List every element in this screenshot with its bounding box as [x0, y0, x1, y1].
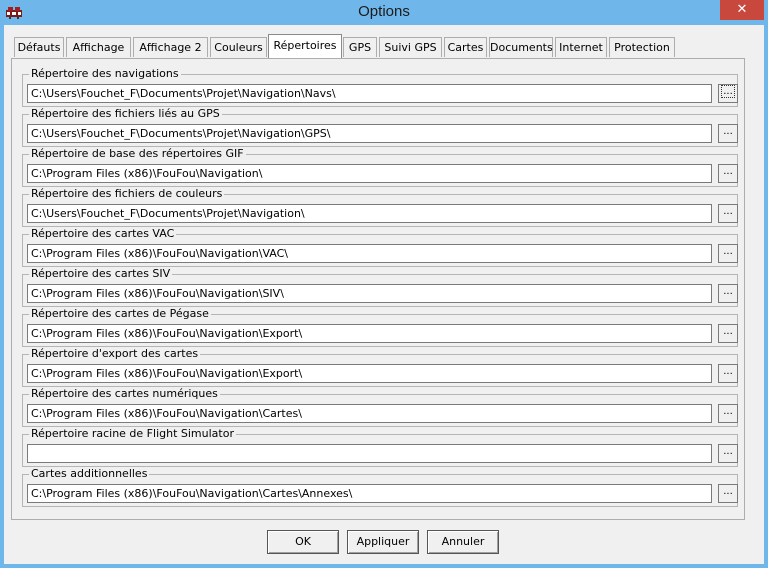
title-bar: Options ✕: [0, 0, 768, 25]
browse-button-siv[interactable]: ...: [718, 284, 738, 303]
path-field-gps[interactable]: C:\Users\Fouchet_F\Documents\Projet\Navi…: [27, 124, 712, 143]
group-cartes-numeriques: Répertoire des cartes numériques C:\Prog…: [22, 387, 738, 427]
group-export: Répertoire d'export des cartes C:\Progra…: [22, 347, 738, 387]
cancel-button[interactable]: Annuler: [427, 530, 499, 554]
group-couleurs: Répertoire des fichiers de couleurs C:\U…: [22, 187, 738, 227]
browse-button-pegase[interactable]: ...: [718, 324, 738, 343]
group-label: Répertoire des cartes numériques: [29, 387, 220, 400]
group-gps: Répertoire des fichiers liés au GPS C:\U…: [22, 107, 738, 147]
path-field-cartes-additionnelles[interactable]: C:\Program Files (x86)\FouFou\Navigation…: [27, 484, 712, 503]
path-field-siv[interactable]: C:\Program Files (x86)\FouFou\Navigation…: [27, 284, 712, 303]
tab-cartes[interactable]: Cartes: [444, 37, 487, 57]
close-button[interactable]: ✕: [720, 0, 764, 20]
tab-couleurs[interactable]: Couleurs: [210, 37, 267, 57]
group-cartes-additionnelles: Cartes additionnelles C:\Program Files (…: [22, 467, 738, 507]
group-siv: Répertoire des cartes SIV C:\Program Fil…: [22, 267, 738, 307]
browse-button-flight-simulator[interactable]: ...: [718, 444, 738, 463]
tab-protection[interactable]: Protection: [609, 37, 675, 57]
browse-button-export[interactable]: ...: [718, 364, 738, 383]
group-navigations: Répertoire des navigations C:\Users\Fouc…: [22, 67, 738, 107]
group-label: Cartes additionnelles: [29, 467, 150, 480]
apply-button[interactable]: Appliquer: [347, 530, 419, 554]
path-field-export[interactable]: C:\Program Files (x86)\FouFou\Navigation…: [27, 364, 712, 383]
group-flight-simulator: Répertoire racine de Flight Simulator ..…: [22, 427, 738, 467]
browse-button-cartes-numeriques[interactable]: ...: [718, 404, 738, 423]
browse-button-couleurs[interactable]: ...: [718, 204, 738, 223]
path-field-couleurs[interactable]: C:\Users\Fouchet_F\Documents\Projet\Navi…: [27, 204, 712, 223]
tab-repertoires[interactable]: Répertoires: [268, 34, 342, 58]
browse-button-cartes-additionnelles[interactable]: ...: [718, 484, 738, 503]
group-label: Répertoire racine de Flight Simulator: [29, 427, 236, 440]
tab-internet[interactable]: Internet: [555, 37, 607, 57]
tab-gps[interactable]: GPS: [343, 37, 377, 57]
group-pegase: Répertoire des cartes de Pégase C:\Progr…: [22, 307, 738, 347]
path-field-flight-simulator[interactable]: [27, 444, 712, 463]
group-gif: Répertoire de base des répertoires GIF C…: [22, 147, 738, 187]
path-field-navigations[interactable]: C:\Users\Fouchet_F\Documents\Projet\Navi…: [27, 84, 712, 103]
ok-button[interactable]: OK: [267, 530, 339, 554]
path-field-cartes-numeriques[interactable]: C:\Program Files (x86)\FouFou\Navigation…: [27, 404, 712, 423]
group-vac: Répertoire des cartes VAC C:\Program Fil…: [22, 227, 738, 267]
browse-button-gif[interactable]: ...: [718, 164, 738, 183]
tab-affichage[interactable]: Affichage: [66, 37, 131, 57]
tab-documents[interactable]: Documents: [489, 37, 553, 57]
group-label: Répertoire des navigations: [29, 67, 181, 80]
group-label: Répertoire des fichiers liés au GPS: [29, 107, 222, 120]
window-title: Options: [358, 3, 410, 20]
tab-suivi-gps[interactable]: Suivi GPS: [379, 37, 442, 57]
path-field-vac[interactable]: C:\Program Files (x86)\FouFou\Navigation…: [27, 244, 712, 263]
dialog-body: Défauts Affichage Affichage 2 Couleurs R…: [4, 25, 764, 564]
group-label: Répertoire des cartes de Pégase: [29, 307, 211, 320]
group-label: Répertoire d'export des cartes: [29, 347, 201, 360]
group-label: Répertoire des cartes VAC: [29, 227, 177, 240]
path-field-gif[interactable]: C:\Program Files (x86)\FouFou\Navigation…: [27, 164, 712, 183]
browse-button-navigations[interactable]: ...: [718, 84, 738, 103]
tab-defauts[interactable]: Défauts: [14, 37, 64, 57]
path-field-pegase[interactable]: C:\Program Files (x86)\FouFou\Navigation…: [27, 324, 712, 343]
group-label: Répertoire des cartes SIV: [29, 267, 173, 280]
browse-button-vac[interactable]: ...: [718, 244, 738, 263]
browse-button-gps[interactable]: ...: [718, 124, 738, 143]
group-label: Répertoire des fichiers de couleurs: [29, 187, 225, 200]
tab-panel-repertoires: Répertoire des navigations C:\Users\Fouc…: [11, 58, 745, 520]
group-label: Répertoire de base des répertoires GIF: [29, 147, 246, 160]
tab-affichage-2[interactable]: Affichage 2: [133, 37, 208, 57]
